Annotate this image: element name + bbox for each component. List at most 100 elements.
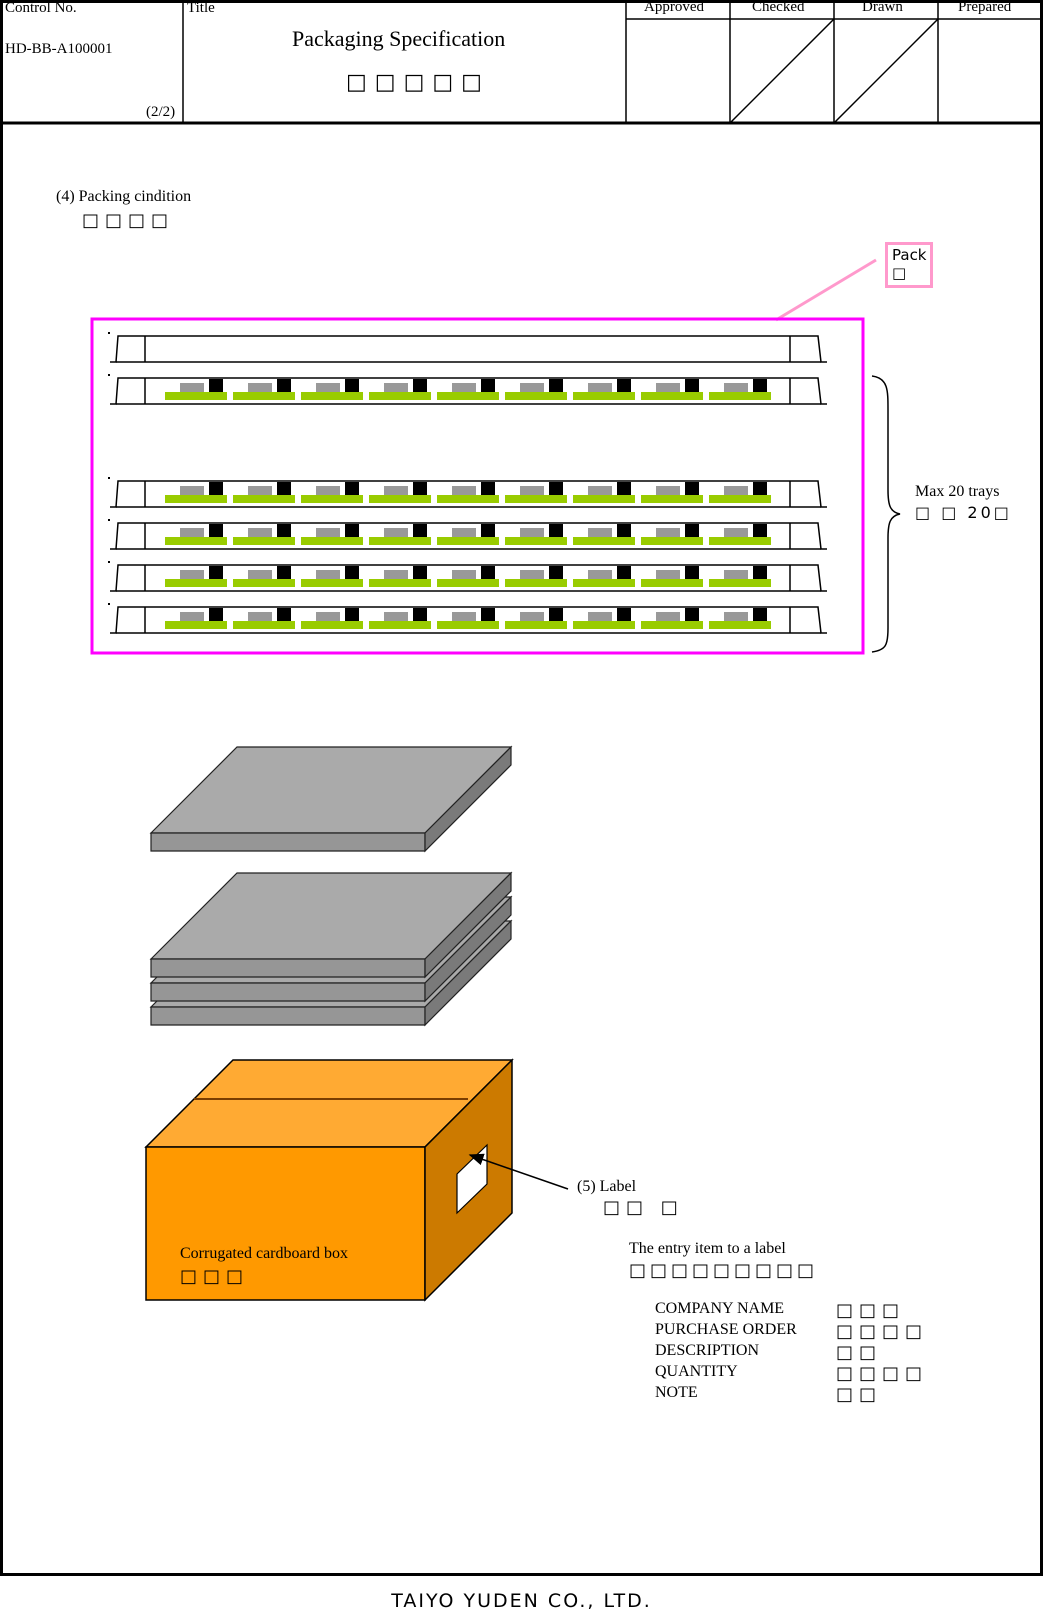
component [301, 566, 363, 587]
component-board [505, 392, 567, 400]
component-body [316, 486, 340, 495]
tray [108, 561, 827, 592]
component-board [165, 621, 227, 629]
component [505, 566, 567, 587]
section5-heading-jp: □□ □ [603, 1197, 684, 1218]
component [369, 566, 431, 587]
component-board [641, 392, 703, 400]
component-body [724, 612, 748, 621]
component [437, 566, 499, 587]
tray-mark [108, 603, 110, 605]
component-body [384, 570, 408, 579]
component-body [724, 570, 748, 579]
component [437, 524, 499, 545]
max-trays-label: Max 20 trays [915, 483, 1000, 500]
component-board [641, 621, 703, 629]
tray [108, 332, 827, 363]
component-connector [277, 566, 291, 579]
component [301, 482, 363, 503]
tray-mark [108, 561, 110, 563]
page-number: (2/2) [146, 104, 176, 120]
component-board [709, 392, 771, 400]
max-trays-label-jp: □ □ 20□ [915, 503, 1012, 522]
component-body [520, 528, 544, 537]
component-board [709, 495, 771, 503]
component-board [301, 495, 363, 503]
component-body [384, 486, 408, 495]
component-body [520, 486, 544, 495]
component-connector [753, 524, 767, 537]
component-body [316, 528, 340, 537]
component-body [248, 486, 272, 495]
component [369, 608, 431, 629]
component [641, 482, 703, 503]
component-connector [413, 524, 427, 537]
component [165, 608, 227, 629]
component-body [316, 612, 340, 621]
component-body [520, 383, 544, 392]
component-body [452, 383, 476, 392]
component-body [248, 528, 272, 537]
entry-item-jp: □□ [836, 1342, 883, 1363]
component-board [641, 537, 703, 545]
component-connector [277, 608, 291, 621]
component-board [301, 579, 363, 587]
document-title: Packaging Specification [292, 26, 506, 51]
tray [108, 374, 827, 405]
entry-item-jp: □□□ [836, 1300, 906, 1321]
component-body [248, 612, 272, 621]
entry-item-en: DESCRIPTION [655, 1342, 760, 1359]
component [437, 482, 499, 503]
component [709, 379, 771, 400]
component-body [656, 383, 680, 392]
tray [108, 603, 827, 634]
prepared-header: Prepared [958, 0, 1012, 15]
entry-item-en: COMPANY NAME [655, 1300, 785, 1317]
component-connector [617, 482, 631, 495]
entry-item-jp: □□ [836, 1384, 883, 1405]
box-label-jp: □□□ [180, 1266, 250, 1287]
component [641, 379, 703, 400]
section5-heading: (5) Label [577, 1178, 637, 1195]
component-connector [549, 608, 563, 621]
component [437, 608, 499, 629]
component [233, 566, 295, 587]
component-connector [413, 566, 427, 579]
component-connector [685, 482, 699, 495]
component [573, 566, 635, 587]
component-connector [617, 608, 631, 621]
component-body [588, 383, 612, 392]
component [233, 482, 295, 503]
component-connector [413, 482, 427, 495]
component-body [180, 528, 204, 537]
component-board [233, 495, 295, 503]
component-body [452, 570, 476, 579]
component-board [437, 495, 499, 503]
component-connector [209, 524, 223, 537]
component [369, 379, 431, 400]
entry-item-jp: □□□□ [836, 1321, 929, 1342]
component [709, 524, 771, 545]
component-connector [209, 379, 223, 392]
sheet-stack [149, 871, 513, 1027]
component-body [316, 383, 340, 392]
component-connector [685, 608, 699, 621]
control-no-label: Control No. [5, 0, 77, 16]
component-body [180, 612, 204, 621]
component-connector [753, 482, 767, 495]
component-body [724, 486, 748, 495]
component [709, 566, 771, 587]
cover-sheet [149, 745, 513, 853]
component-connector [549, 482, 563, 495]
component-connector [209, 566, 223, 579]
tray-mark [108, 332, 110, 334]
component-body [520, 612, 544, 621]
component-board [301, 537, 363, 545]
component-connector [685, 566, 699, 579]
component [233, 608, 295, 629]
component [709, 482, 771, 503]
component-board [301, 621, 363, 629]
component [301, 524, 363, 545]
section4-heading: (4) Packing cindition [56, 188, 192, 205]
component-connector [481, 524, 495, 537]
